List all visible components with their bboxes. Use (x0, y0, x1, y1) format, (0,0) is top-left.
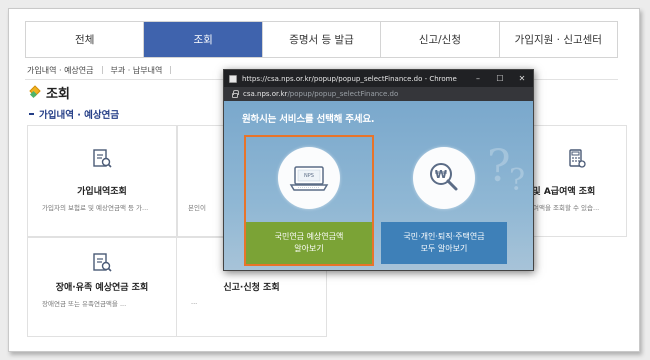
sub-nav: 가입내역 · 예상연금 부과 · 납부내역 (27, 61, 172, 79)
tab-all[interactable]: 전체 (26, 22, 145, 57)
page-title-text: 조회 (46, 87, 70, 102)
document-search-icon (93, 253, 112, 272)
title-diamond-icon (29, 84, 41, 99)
calculator-icon (568, 149, 586, 168)
maximize-button[interactable]: ☐ (489, 74, 511, 83)
card-title: 신고·신청 조회 (223, 283, 280, 293)
card-title: 장애·유족 예상연금 조회 (55, 283, 149, 293)
card-desc: 장애연금 또는 유족연금액을 ... (42, 300, 127, 308)
card-desc: ... (191, 298, 198, 306)
popup-titlebar[interactable]: https://csa.nps.or.kr/popup/popup_select… (224, 70, 533, 87)
card-enrollment-inquiry[interactable]: 가입내역조회 가입자의 보험료 및 예상연금액 등 가... (27, 125, 177, 237)
tab-support-center[interactable]: 가입지원 · 신고센터 (499, 22, 618, 57)
tab-inquiry[interactable]: 조회 (144, 22, 263, 57)
card-desc: 가입자의 보험료 및 예상연금액 등 가... (42, 204, 149, 212)
section-title: 가입내역 · 예상연금 (29, 107, 119, 121)
option-icon-circle: NPS (278, 147, 340, 209)
tab-certificates[interactable]: 증명서 등 발급 (262, 22, 382, 57)
page-icon (229, 74, 237, 83)
option-icon-circle: ₩ (413, 147, 475, 209)
option-label-line1: 국민연금 예상연금액 (274, 232, 344, 241)
won-magnifier-icon: ₩ (430, 163, 458, 191)
card-partial[interactable]: 본인이 (177, 125, 227, 237)
browser-page: 전체 조회 증명서 등 발급 신고/신청 가입지원 · 신고센터 가입내역 · … (8, 8, 640, 352)
url-host: csa.nps.or.kr (243, 90, 288, 98)
card-title: 가입내역조회 (77, 187, 127, 197)
subnav-item-payment[interactable]: 부과 · 납부내역 (103, 65, 171, 76)
section-bar-icon (29, 113, 34, 115)
option-label: 국민·개인·퇴직·주택연금 모두 알아보기 (381, 222, 507, 264)
chrome-popup-window: https://csa.nps.or.kr/popup/popup_select… (223, 69, 534, 271)
subnav-item-enrollment[interactable]: 가입내역 · 예상연금 (27, 65, 102, 76)
subnav-divider (170, 66, 172, 74)
option-label: 국민연금 예상연금액 알아보기 (246, 222, 372, 264)
popup-body: 원하시는 서비스를 선택해 주세요. ? ? NPS 국민연금 예상연금액 알아… (224, 101, 533, 270)
option-all-pensions[interactable]: ₩ 국민·개인·퇴직·주택연금 모두 알아보기 (379, 135, 509, 266)
main-nav: 전체 조회 증명서 등 발급 신고/신청 가입지원 · 신고센터 (25, 21, 618, 58)
lock-icon (232, 89, 239, 98)
card-title: 록 및 A급여액 조회 (521, 187, 596, 197)
url-path: /popup/popup_selectFinance.do (287, 90, 399, 98)
option-label-line2: 알아보기 (294, 244, 324, 253)
option-nps-expected-pension[interactable]: NPS 국민연금 예상연금액 알아보기 (244, 135, 374, 266)
document-search-icon (93, 149, 112, 168)
svg-text:₩: ₩ (435, 168, 447, 181)
laptop-nps-icon: NPS (289, 166, 329, 191)
minimize-button[interactable]: – (467, 74, 489, 83)
card-desc: 본인이 (188, 204, 206, 212)
popup-heading: 원하시는 서비스를 선택해 주세요. (242, 114, 375, 125)
option-label-line2: 모두 알아보기 (420, 244, 468, 253)
card-disability-survivor-inquiry[interactable]: 장애·유족 예상연금 조회 장애연금 또는 유족연금액을 ... (27, 237, 177, 337)
section-title-text: 가입내역 · 예상연금 (39, 110, 120, 121)
option-label-line1: 국민·개인·퇴직·주택연금 (403, 232, 485, 241)
close-button[interactable]: ✕ (511, 74, 533, 83)
card-desc: 급여액을 조회할 수 있습... (527, 204, 600, 212)
address-bar[interactable]: csa.nps.or.kr/popup/popup_selectFinance.… (224, 87, 533, 101)
svg-text:NPS: NPS (304, 173, 314, 179)
card-benefit-inquiry[interactable]: 록 및 A급여액 조회 급여액을 조회할 수 있습... (519, 125, 627, 237)
popup-window-title: https://csa.nps.or.kr/popup/popup_select… (242, 74, 457, 83)
tab-report-apply[interactable]: 신고/신청 (381, 22, 500, 57)
page-title: 조회 (29, 83, 70, 102)
